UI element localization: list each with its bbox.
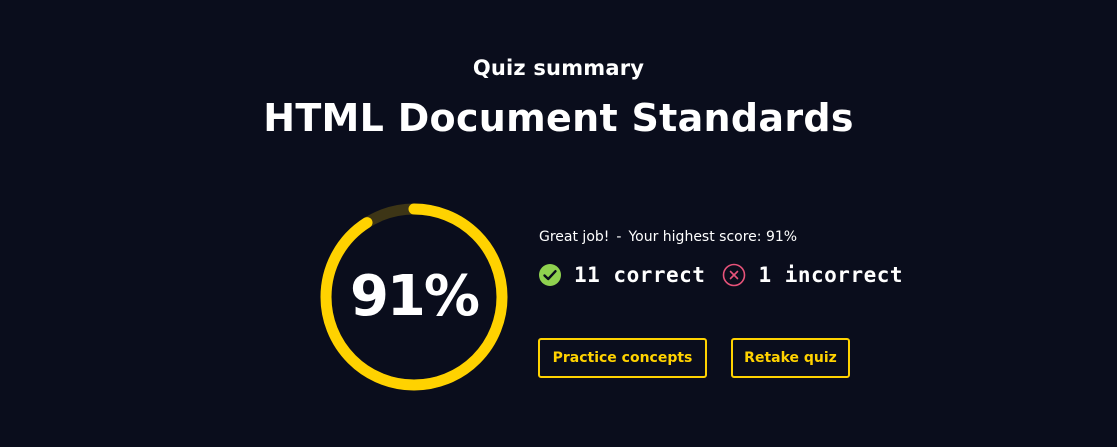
incorrect-count: 1 incorrect	[758, 263, 904, 287]
check-circle-icon	[538, 263, 562, 287]
x-circle-icon	[722, 263, 746, 287]
score-feedback: Great job! - Your highest score: 91%	[539, 229, 797, 245]
correct-stat: 11 correct	[538, 263, 705, 287]
quiz-title: HTML Document Standards	[263, 96, 854, 140]
feedback-separator: -	[616, 229, 622, 245]
correct-count: 11 correct	[574, 263, 706, 287]
score-percent: 91%	[349, 264, 480, 329]
highest-score: Your highest score: 91%	[628, 229, 798, 245]
incorrect-stat: 1 incorrect	[722, 263, 903, 287]
summary-eyebrow: Quiz summary	[472, 56, 645, 80]
retake-quiz-button[interactable]: Retake quiz	[731, 338, 850, 378]
feedback-message: Great job!	[539, 229, 610, 245]
score-stats: 11 correct 1 incorrect	[538, 262, 903, 288]
score-ring: 91%	[317, 200, 511, 394]
practice-concepts-button[interactable]: Practice concepts	[538, 338, 707, 378]
quiz-summary-page: Quiz summary HTML Document Standards 91%…	[0, 0, 1117, 447]
